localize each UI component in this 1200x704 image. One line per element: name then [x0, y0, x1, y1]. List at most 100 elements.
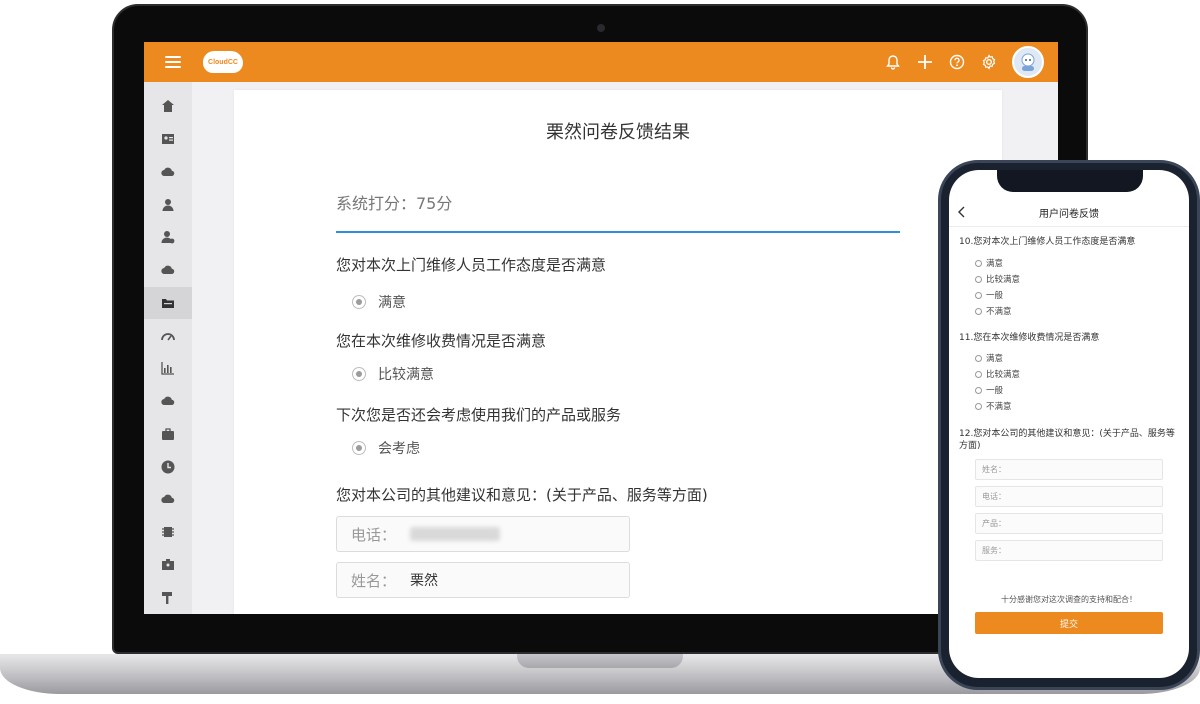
sidebar-item-hammer[interactable] [144, 581, 192, 614]
option-label: 一般 [986, 291, 1004, 301]
person-settings-icon [161, 231, 175, 244]
option-label: 满意 [986, 354, 1004, 364]
logo[interactable]: CloudCC [203, 51, 243, 73]
radio[interactable] [975, 291, 982, 299]
folder-icon [162, 298, 174, 308]
gauge-icon [161, 332, 175, 341]
cloud-icon [161, 167, 175, 176]
radio[interactable] [975, 275, 982, 283]
mobile-service-input[interactable]: 服务： [975, 540, 1163, 561]
sidebar-item-cloud-4[interactable] [144, 483, 192, 516]
chip-icon [162, 527, 174, 538]
briefcase-icon [162, 428, 174, 440]
plus-icon[interactable] [916, 53, 934, 71]
answer-2[interactable]: 比较满意 [352, 364, 434, 384]
radio[interactable] [975, 307, 982, 315]
hammer-icon [162, 591, 172, 604]
radio[interactable] [975, 402, 982, 410]
menu-icon[interactable] [165, 56, 181, 68]
mobile-phone-input[interactable]: 电话： [975, 486, 1163, 507]
id-card-icon [162, 558, 174, 570]
bar-chart-icon [161, 362, 174, 376]
radio[interactable] [975, 386, 982, 394]
top-bar: CloudCC [144, 42, 1058, 82]
radio-selected[interactable] [352, 441, 366, 455]
cloud-icon [161, 396, 175, 406]
radio[interactable] [975, 354, 982, 362]
bell-icon[interactable] [884, 53, 902, 71]
radio-selected[interactable] [352, 295, 366, 309]
camera-icon [597, 24, 605, 32]
mobile-product-input[interactable]: 产品： [975, 513, 1163, 534]
submit-button[interactable]: 提交 [975, 612, 1163, 634]
q10-option-3[interactable]: 一般 [975, 289, 1003, 301]
sidebar-item-folder[interactable] [144, 286, 192, 320]
name-value: 栗然 [410, 573, 439, 589]
mobile-screen: 用户问卷反馈 10.您对本次上门维修人员工作态度是否满意 满意 比较满意 一般 … [949, 170, 1189, 678]
person-icon [162, 198, 174, 211]
q10-option-4[interactable]: 不满意 [975, 305, 1012, 317]
thanks-text: 十分感谢您对这次调查的支持和配合！ [1001, 595, 1137, 604]
sidebar-item-cloud-3[interactable] [144, 385, 192, 418]
radio[interactable] [975, 259, 982, 267]
answer-3-label: 会考虑 [378, 441, 420, 457]
mobile-name-input[interactable]: 姓名： [975, 459, 1163, 480]
sidebar-item-cloud-1[interactable] [144, 156, 192, 189]
phone-value-redacted [410, 527, 501, 541]
q11-option-4[interactable]: 不满意 [975, 400, 1012, 412]
gear-icon[interactable] [980, 53, 998, 71]
question-2: 您在本次维修收费情况是否满意 [336, 332, 547, 350]
sidebar-item-id-card[interactable] [144, 549, 192, 582]
system-score: 系统打分：75分 [336, 194, 453, 213]
radio-selected[interactable] [352, 367, 366, 381]
option-label: 一般 [986, 386, 1004, 396]
sidebar-item-cloud-2[interactable] [144, 254, 192, 287]
page-title: 栗然问卷反馈结果 [546, 122, 690, 143]
name-label: 姓名： [351, 571, 397, 590]
survey-result-card: 栗然问卷反馈结果 系统打分：75分 您对本次上门维修人员工作态度是否满意 满意 … [234, 90, 1002, 614]
option-label: 满意 [986, 259, 1004, 269]
avatar[interactable] [1012, 46, 1044, 78]
phone-label: 电话： [351, 525, 397, 544]
q11-option-1[interactable]: 满意 [975, 352, 1003, 364]
phone-field[interactable]: 电话： [336, 516, 630, 552]
sidebar-item-person-settings[interactable] [144, 221, 192, 254]
help-icon[interactable] [948, 53, 966, 71]
mobile-question-12: 12.您对本公司的其他建议和意见：(关于产品、服务等方面) [959, 429, 1175, 451]
sidebar-item-chip[interactable] [144, 516, 192, 549]
header-divider [949, 226, 1189, 227]
sidebar-item-home[interactable] [144, 90, 192, 123]
answer-2-label: 比较满意 [378, 367, 434, 383]
option-label: 不满意 [986, 307, 1012, 317]
sidebar-item-gauge[interactable] [144, 319, 192, 352]
clock-icon [161, 460, 175, 474]
sidebar-item-clock[interactable] [144, 450, 192, 483]
laptop-notch [517, 654, 683, 668]
sidebar-item-contacts[interactable] [144, 123, 192, 156]
q11-option-3[interactable]: 一般 [975, 384, 1003, 396]
mobile-question-11: 11.您在本次维修收费情况是否满意 [959, 333, 1100, 343]
q10-option-1[interactable]: 满意 [975, 257, 1003, 269]
question-3: 下次您是否还会考虑使用我们的产品或服务 [336, 406, 622, 424]
score-divider [336, 231, 900, 233]
cloud-icon [161, 494, 175, 504]
radio[interactable] [975, 370, 982, 378]
name-field[interactable]: 姓名： 栗然 [336, 562, 630, 598]
question-1: 您对本次上门维修人员工作态度是否满意 [336, 256, 607, 274]
sidebar-item-chart[interactable] [144, 352, 192, 385]
answer-3[interactable]: 会考虑 [352, 438, 420, 458]
sidebar-item-person[interactable] [144, 188, 192, 221]
phone-notch [997, 170, 1143, 192]
answer-1[interactable]: 满意 [352, 292, 406, 312]
option-label: 比较满意 [986, 275, 1021, 285]
desktop-screen: CloudCC 栗然问卷反馈结果 系统打分：75分 您对本次上门维修人员工作态度… [144, 42, 1058, 614]
contacts-card-icon [162, 134, 174, 145]
mobile-question-10: 10.您对本次上门维修人员工作态度是否满意 [959, 237, 1136, 247]
option-label: 比较满意 [986, 370, 1021, 380]
answer-1-label: 满意 [378, 295, 406, 311]
sidebar-item-briefcase[interactable] [144, 418, 192, 451]
cloud-icon [161, 265, 175, 275]
q11-option-2[interactable]: 比较满意 [975, 368, 1020, 380]
q10-option-2[interactable]: 比较满意 [975, 273, 1020, 285]
home-icon [162, 100, 174, 113]
